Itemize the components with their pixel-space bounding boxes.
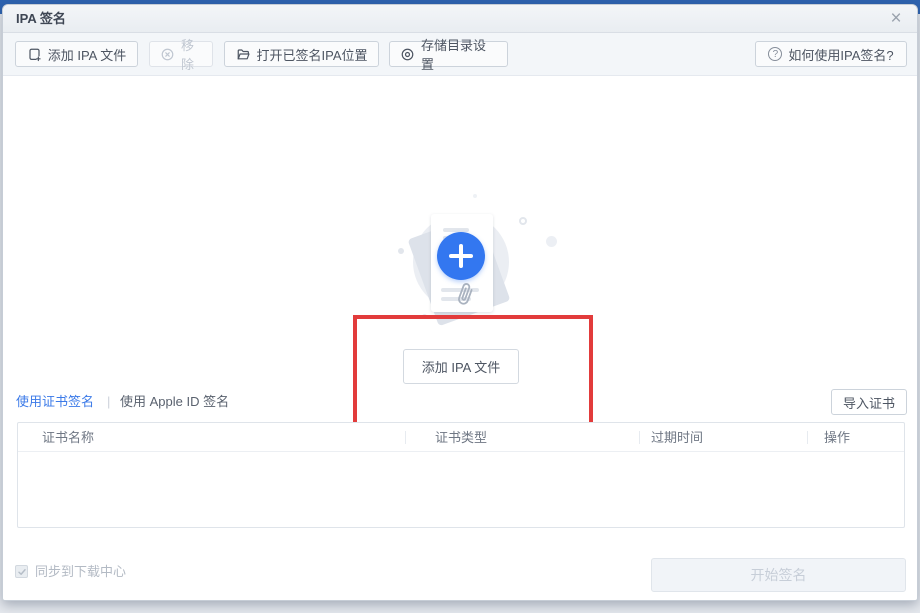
folder-open-icon (237, 48, 250, 59)
ipa-sign-dialog: IPA 签名 × 添加 IPA 文件 移除 打开已签名IPA位置 存储目录设置 … (2, 4, 918, 601)
toolbar-button-label: 移除 (181, 38, 195, 72)
remove-circle-icon (161, 48, 174, 60)
sign-method-tabs: 使用证书签名 | 使用 Apple ID 签名 导入证书 (3, 385, 917, 419)
table-body-empty (18, 452, 904, 528)
storage-settings-button[interactable]: 存储目录设置 (389, 38, 508, 72)
plus-bar (459, 244, 463, 268)
dialog-title: IPA 签名 (16, 11, 66, 26)
column-header-cert-name: 证书名称 (42, 430, 95, 445)
column-divider (405, 431, 406, 444)
toolbar-button-label: 添加 IPA 文件 (47, 47, 127, 63)
sync-download-checkbox[interactable] (15, 565, 28, 578)
tab-apple-id-sign[interactable]: 使用 Apple ID 签名 (120, 385, 229, 419)
decor-dot (519, 217, 527, 225)
toolbar-button-label: 打开已签名IPA位置 (256, 47, 368, 63)
question-circle-icon: ? (768, 47, 783, 61)
add-ipa-file-center-button[interactable]: 添加 IPA 文件 (403, 349, 519, 384)
column-header-actions: 操作 (824, 430, 851, 445)
start-signing-button[interactable]: 开始签名 (651, 558, 906, 592)
table-header-row: 证书名称 证书类型 过期时间 操作 (18, 423, 904, 452)
column-header-expire-time: 过期时间 (651, 430, 704, 445)
storage-target-icon (401, 48, 414, 60)
question-glyph: ? (772, 48, 779, 60)
tab-certificate-sign[interactable]: 使用证书签名 (16, 385, 94, 419)
check-icon (17, 568, 26, 575)
add-ipa-file-toolbar-button[interactable]: 添加 IPA 文件 (15, 41, 138, 67)
certificate-table: 证书名称 证书类型 过期时间 操作 (17, 422, 905, 528)
column-divider (807, 431, 808, 444)
column-header-cert-type: 证书类型 (435, 430, 488, 445)
help-button[interactable]: ? 如何使用IPA签名? (755, 41, 907, 67)
open-signed-location-button[interactable]: 打开已签名IPA位置 (224, 41, 379, 67)
sync-checkbox-label: 同步到下载中心 (35, 564, 127, 579)
toolbar-button-label: 存储目录设置 (421, 38, 487, 72)
toolbar: 添加 IPA 文件 移除 打开已签名IPA位置 存储目录设置 ? 如何使用IPA… (3, 33, 917, 76)
decor-dot (398, 248, 404, 254)
file-add-icon (29, 48, 41, 61)
tab-divider: | (107, 394, 111, 409)
decor-dot (546, 236, 557, 247)
decor-dot (473, 194, 477, 198)
column-divider (639, 431, 640, 444)
import-button-label: 导入证书 (842, 395, 895, 411)
start-button-label: 开始签名 (750, 567, 807, 583)
center-button-label: 添加 IPA 文件 (421, 360, 501, 375)
drop-area: 添加 IPA 文件 (3, 76, 917, 435)
add-plus-icon (437, 232, 485, 280)
close-icon: × (890, 8, 902, 29)
dialog-titlebar: IPA 签名 × (3, 5, 917, 33)
toolbar-button-label: 如何使用IPA签名? (788, 47, 894, 63)
remove-toolbar-button[interactable]: 移除 (149, 38, 213, 72)
import-certificate-button[interactable]: 导入证书 (831, 389, 907, 415)
close-button[interactable]: × (885, 8, 907, 30)
